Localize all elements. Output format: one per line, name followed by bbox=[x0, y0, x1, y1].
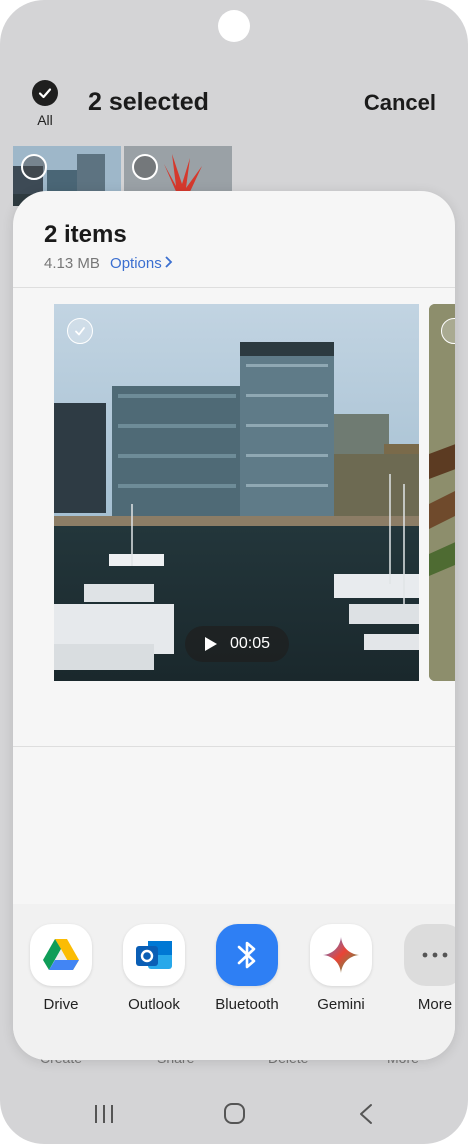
share-target-more[interactable]: More bbox=[395, 924, 455, 1013]
chevron-right-icon bbox=[165, 256, 173, 268]
gemini-icon bbox=[310, 924, 372, 986]
app-label: Bluetooth bbox=[215, 996, 279, 1013]
front-camera bbox=[218, 10, 250, 42]
google-drive-icon bbox=[30, 924, 92, 986]
app-label: Drive bbox=[43, 996, 79, 1013]
video-play-pill[interactable]: 00:05 bbox=[185, 626, 289, 662]
navigation-bar bbox=[0, 1096, 468, 1136]
thumbnail-check-icon bbox=[132, 154, 158, 180]
video-preview-card[interactable]: 00:05 bbox=[54, 304, 419, 681]
recent-apps-icon[interactable] bbox=[95, 1105, 113, 1123]
share-target-bluetooth[interactable]: Bluetooth bbox=[207, 924, 287, 1013]
share-target-outlook[interactable]: Outlook bbox=[114, 924, 194, 1013]
total-size: 4.13 MB bbox=[44, 255, 100, 272]
flower-image bbox=[429, 304, 455, 681]
thumbnail-check-icon bbox=[21, 154, 47, 180]
preview-check-icon[interactable] bbox=[67, 318, 93, 344]
header-divider bbox=[13, 287, 455, 288]
more-dots-icon bbox=[404, 924, 455, 986]
share-sheet-subtitle: 4.13 MB Options bbox=[44, 255, 174, 272]
select-all-label: All bbox=[37, 112, 53, 128]
selected-count-title: 2 selected bbox=[88, 88, 209, 116]
select-all-check-icon bbox=[32, 80, 58, 106]
app-label: Gemini bbox=[317, 996, 365, 1013]
second-preview-card[interactable] bbox=[429, 304, 455, 681]
select-all-toggle[interactable]: All bbox=[30, 80, 60, 128]
share-target-drive[interactable]: Drive bbox=[21, 924, 101, 1013]
options-label: Options bbox=[110, 255, 162, 272]
harbor-image bbox=[54, 304, 419, 681]
share-app-row: Drive Outlook Bluetooth Gemini More bbox=[13, 904, 455, 1060]
play-icon bbox=[204, 637, 217, 651]
outlook-icon bbox=[123, 924, 185, 986]
preview-divider bbox=[13, 746, 455, 747]
back-icon[interactable] bbox=[360, 1104, 372, 1124]
share-target-gemini[interactable]: Gemini bbox=[301, 924, 381, 1013]
share-sheet: 2 items 4.13 MB Options 00:05 Drive Outl… bbox=[13, 191, 455, 1060]
home-icon[interactable] bbox=[224, 1103, 245, 1124]
share-sheet-title: 2 items bbox=[44, 221, 127, 248]
options-link[interactable]: Options bbox=[110, 255, 174, 272]
cancel-button[interactable]: Cancel bbox=[364, 90, 436, 116]
bluetooth-icon bbox=[216, 924, 278, 986]
phone-screen: All 2 selected Cancel Create Share Delet… bbox=[0, 0, 468, 1144]
app-label: Outlook bbox=[128, 996, 180, 1013]
app-label: More bbox=[417, 996, 453, 1013]
video-duration: 00:05 bbox=[229, 635, 271, 652]
